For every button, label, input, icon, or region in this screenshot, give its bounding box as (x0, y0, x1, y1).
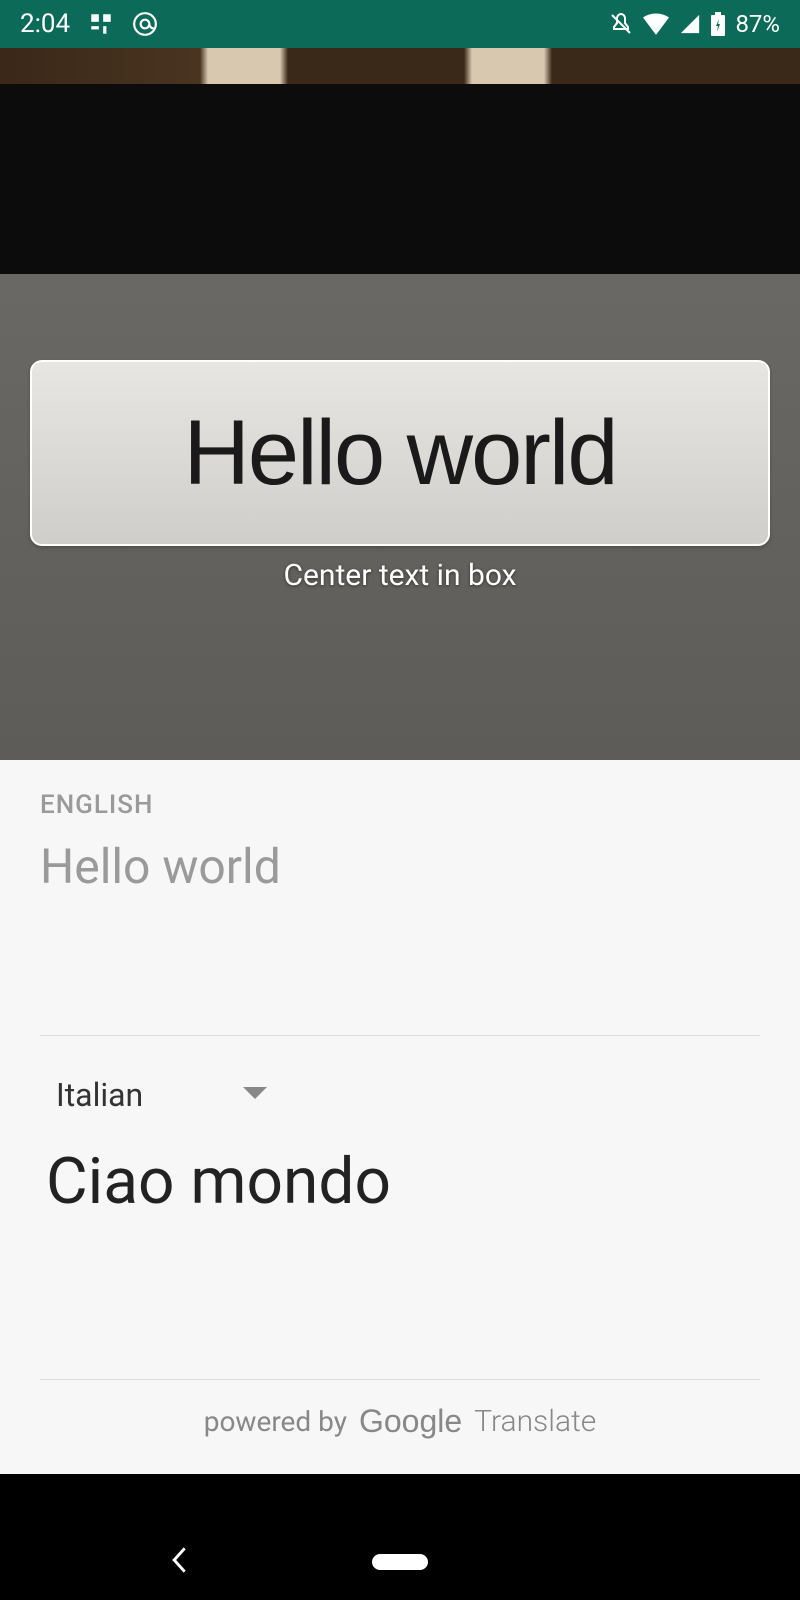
google-logo: Google (359, 1403, 462, 1440)
ocr-detection-box[interactable]: Hello world (30, 360, 770, 546)
target-language-label: Italian (56, 1076, 143, 1114)
wifi-icon (643, 13, 669, 35)
status-time: 2:04 (20, 9, 70, 39)
translate-product-name: Translate (474, 1404, 596, 1439)
powered-by-attribution: powered by Google Translate (0, 1403, 800, 1440)
translated-text[interactable]: Ciao mondo (40, 1144, 760, 1219)
translation-panel: ENGLISH Hello world Italian Ciao mondo p… (0, 760, 800, 1474)
battery-percent: 87% (735, 10, 780, 38)
powered-by-prefix: powered by (204, 1405, 347, 1438)
status-right: 87% (609, 10, 780, 38)
status-left: 2:04 (20, 9, 158, 39)
ocr-detected-text: Hello world (183, 401, 616, 506)
bottom-divider (40, 1379, 760, 1380)
dnd-icon (609, 12, 633, 36)
navigation-bar (0, 1524, 800, 1600)
at-icon (132, 11, 158, 37)
app-icon-1 (88, 11, 114, 37)
camera-background-dark (0, 84, 800, 274)
back-button[interactable] (170, 1546, 190, 1578)
source-text[interactable]: Hello world (40, 838, 760, 895)
camera-background-strip (0, 48, 800, 84)
chevron-down-icon (243, 1086, 267, 1105)
camera-viewport[interactable]: Hello world Center text in box (0, 48, 800, 760)
status-bar: 2:04 87% (0, 0, 800, 48)
target-language-selector[interactable]: Italian (40, 1076, 760, 1114)
battery-icon (711, 12, 725, 36)
divider (40, 1035, 760, 1036)
source-language-label: ENGLISH (40, 790, 760, 820)
home-gesture-pill[interactable] (372, 1554, 428, 1570)
signal-icon (679, 13, 701, 35)
camera-instruction: Center text in box (0, 558, 800, 593)
